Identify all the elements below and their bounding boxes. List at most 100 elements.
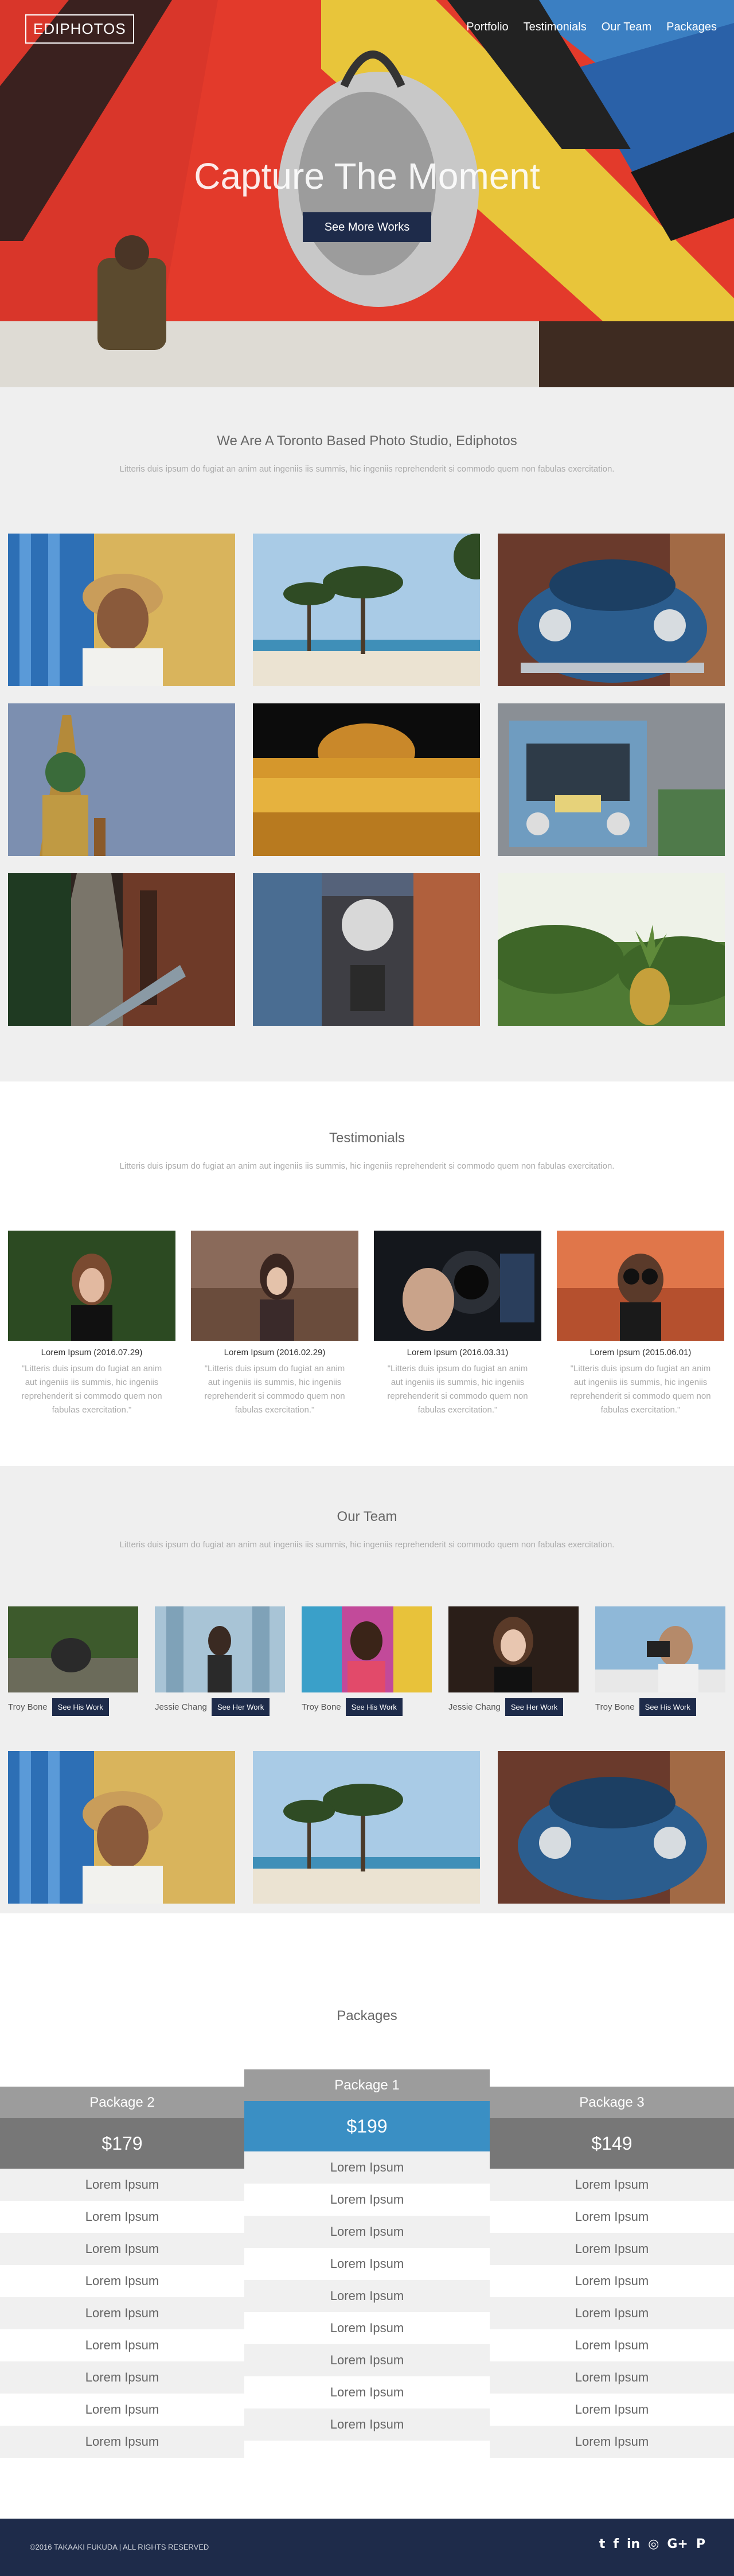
team-member-photo — [155, 1606, 285, 1692]
testimonials-subtitle: Litteris duis ipsum do fugiat an anim au… — [119, 1161, 615, 1171]
see-work-button[interactable]: See His Work — [345, 1698, 403, 1716]
team-gallery-photo-old-man[interactable] — [8, 1751, 235, 1904]
nav-testimonials[interactable]: Testimonials — [524, 21, 587, 34]
package-feature: Lorem Ipsum — [0, 2361, 244, 2394]
package-card-2: Package 2 $179 Lorem Ipsum Lorem Ipsum L… — [0, 2087, 244, 2458]
team-member-name: Troy Bone — [595, 1702, 635, 1712]
portfolio-photo-graffiti[interactable] — [253, 873, 480, 1026]
team-title: Our Team — [337, 1509, 397, 1524]
see-work-button[interactable]: See Her Work — [211, 1698, 270, 1716]
team-member-photo — [302, 1606, 432, 1692]
package-feature: Lorem Ipsum — [0, 2297, 244, 2329]
team-member-photo — [8, 1606, 138, 1692]
pinterest-icon[interactable]: P — [696, 2537, 705, 2551]
team-member-name: Jessie Chang — [448, 1702, 501, 1712]
portfolio-photo-golden-dome[interactable] — [253, 703, 480, 856]
testimonial-photo — [557, 1231, 724, 1341]
package-name: Package 2 — [0, 2087, 244, 2118]
team-member-name: Jessie Chang — [155, 1702, 207, 1712]
package-price: $149 — [490, 2118, 734, 2169]
package-feature: Lorem Ipsum — [244, 2151, 490, 2184]
nav-our-team[interactable]: Our Team — [602, 21, 651, 34]
team-member-card: Jessie Chang See Her Work — [155, 1606, 285, 1716]
portfolio-photo-palm-beach[interactable] — [253, 534, 480, 686]
package-feature: Lorem Ipsum — [490, 2426, 734, 2458]
team-list: Troy Bone See His Work Jessie Chang See He… — [8, 1606, 725, 1716]
package-feature: Lorem Ipsum — [244, 2184, 490, 2216]
intro-title: We Are A Toronto Based Photo Studio, Edi… — [217, 433, 517, 449]
package-feature: Lorem Ipsum — [0, 2394, 244, 2426]
see-work-button[interactable]: See Her Work — [505, 1698, 564, 1716]
testimonial-author: Lorem Ipsum (2015.06.01) — [589, 1348, 692, 1357]
hero-title: Capture The Moment — [194, 155, 540, 197]
team-gallery-photo-blue-car[interactable] — [498, 1751, 725, 1904]
see-more-works-button[interactable]: See More Works — [303, 212, 431, 242]
packages-header: Packages — [0, 2008, 734, 2024]
package-feature: Lorem Ipsum — [490, 2169, 734, 2201]
team-member-photo — [448, 1606, 579, 1692]
team-subtitle: Litteris duis ipsum do fugiat an anim au… — [119, 1540, 615, 1550]
testimonials-title: Testimonials — [329, 1130, 405, 1146]
portfolio-photo-taxi[interactable] — [498, 703, 725, 856]
package-feature: Lorem Ipsum — [0, 2169, 244, 2201]
package-feature: Lorem Ipsum — [490, 2329, 734, 2361]
testimonial-photo — [191, 1231, 358, 1341]
testimonial-author: Lorem Ipsum (2016.07.29) — [41, 1348, 143, 1357]
google-plus-icon[interactable]: G+ — [667, 2537, 688, 2551]
portfolio-photo-blue-car[interactable] — [498, 534, 725, 686]
team-member-name: Troy Bone — [8, 1702, 48, 1712]
main-nav: Portfolio Testimonials Our Team Packages — [466, 21, 717, 34]
package-feature: Lorem Ipsum — [490, 2233, 734, 2265]
testimonial-card: Lorem Ipsum (2015.06.01) "Litteris duis … — [557, 1231, 724, 1417]
package-feature: Lorem Ipsum — [244, 2344, 490, 2376]
package-feature: Lorem Ipsum — [244, 2312, 490, 2344]
portfolio-grid — [8, 534, 725, 1026]
testimonial-card: Lorem Ipsum (2016.07.29) "Litteris duis … — [8, 1231, 175, 1417]
testimonial-photo — [8, 1231, 175, 1341]
portfolio-photo-old-man[interactable] — [8, 534, 235, 686]
package-card-1-featured: Package 1 $199 Lorem Ipsum Lorem Ipsum L… — [244, 2069, 490, 2441]
package-feature: Lorem Ipsum — [244, 2376, 490, 2408]
package-feature: Lorem Ipsum — [0, 2233, 244, 2265]
testimonials-list: Lorem Ipsum (2016.07.29) "Litteris duis … — [8, 1231, 725, 1417]
portfolio-photo-pineapple[interactable] — [498, 873, 725, 1026]
package-name: Package 3 — [490, 2087, 734, 2118]
package-features: Lorem Ipsum Lorem Ipsum Lorem Ipsum Lore… — [490, 2169, 734, 2458]
linkedin-icon[interactable]: in — [627, 2537, 640, 2551]
see-work-button[interactable]: See His Work — [639, 1698, 696, 1716]
twitter-icon[interactable]: t — [599, 2537, 606, 2551]
testimonial-quote: "Litteris duis ipsum do fugiat an anim a… — [204, 1364, 345, 1415]
social-links: t f in ◎ G+ P — [599, 2537, 705, 2551]
package-feature: Lorem Ipsum — [490, 2297, 734, 2329]
package-price: $179 — [0, 2118, 244, 2169]
team-member-photo — [595, 1606, 725, 1692]
packages-title: Packages — [337, 2008, 397, 2024]
copyright-text: ©2016 TAKAAKI FUKUDA | ALL RIGHTS RESERV… — [30, 2543, 209, 2551]
portfolio-photo-temple-statue[interactable] — [8, 703, 235, 856]
package-feature: Lorem Ipsum — [490, 2394, 734, 2426]
testimonial-photo — [374, 1231, 541, 1341]
package-feature: Lorem Ipsum — [244, 2248, 490, 2280]
package-card-3: Package 3 $149 Lorem Ipsum Lorem Ipsum L… — [490, 2087, 734, 2458]
nav-packages[interactable]: Packages — [666, 21, 717, 34]
package-feature: Lorem Ipsum — [490, 2361, 734, 2394]
site-footer: ©2016 TAKAAKI FUKUDA | ALL RIGHTS RESERV… — [0, 2519, 734, 2576]
see-work-button[interactable]: See His Work — [52, 1698, 109, 1716]
nav-portfolio[interactable]: Portfolio — [466, 21, 508, 34]
team-gallery-photo-palm-beach[interactable] — [253, 1751, 480, 1904]
package-features: Lorem Ipsum Lorem Ipsum Lorem Ipsum Lore… — [0, 2169, 244, 2458]
hero-section: EDIPHOTOS Portfolio Testimonials Our Tea… — [0, 0, 734, 387]
portfolio-photo-alley[interactable] — [8, 873, 235, 1026]
testimonial-quote: "Litteris duis ipsum do fugiat an anim a… — [570, 1364, 711, 1415]
team-member-name: Troy Bone — [302, 1702, 341, 1712]
team-member-card: Troy Bone See His Work — [595, 1606, 725, 1716]
facebook-icon[interactable]: f — [613, 2537, 619, 2551]
site-logo[interactable]: EDIPHOTOS — [25, 14, 134, 44]
team-member-card: Jessie Chang See Her Work — [448, 1606, 579, 1716]
testimonial-author: Lorem Ipsum (2016.03.31) — [407, 1348, 509, 1357]
instagram-icon[interactable]: ◎ — [648, 2537, 659, 2551]
package-feature: Lorem Ipsum — [490, 2201, 734, 2233]
package-feature: Lorem Ipsum — [0, 2265, 244, 2297]
testimonial-card: Lorem Ipsum (2016.03.31) "Litteris duis … — [374, 1231, 541, 1417]
testimonial-quote: "Litteris duis ipsum do fugiat an anim a… — [387, 1364, 528, 1415]
